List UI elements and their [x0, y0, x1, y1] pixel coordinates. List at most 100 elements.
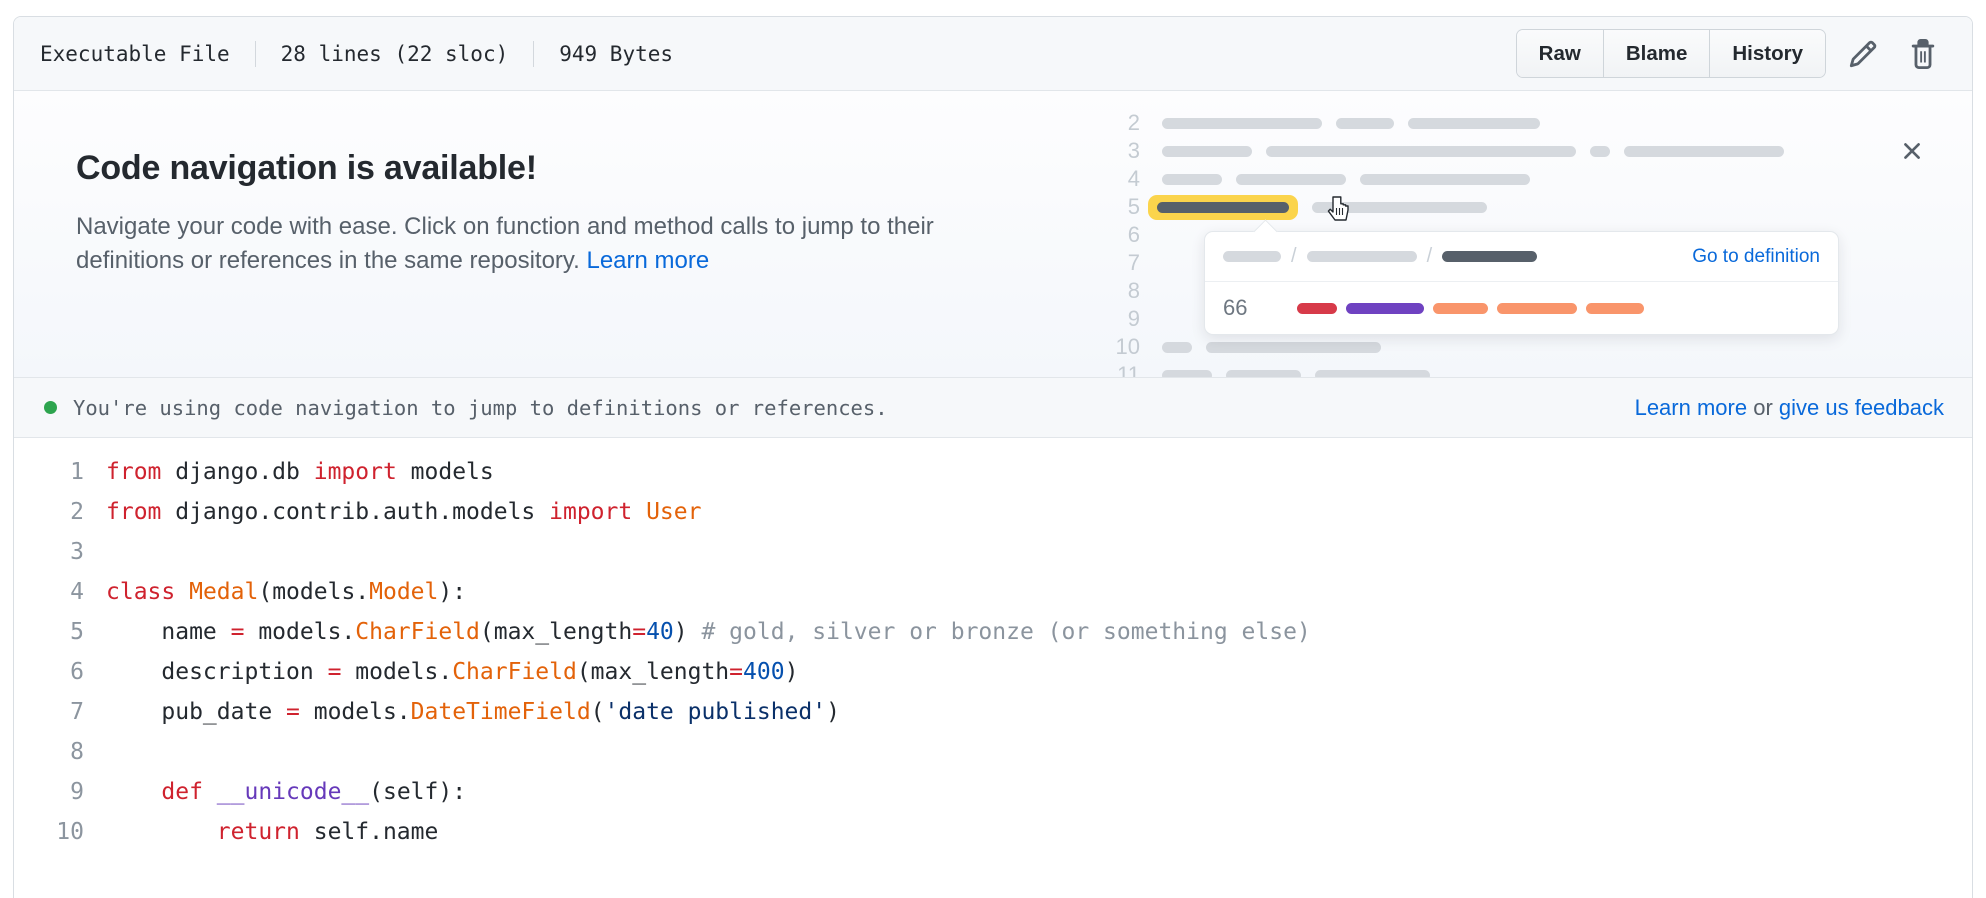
highlighted-token[interactable] — [1148, 195, 1298, 220]
promo-description: Navigate your code with ease. Click on f… — [76, 210, 1016, 278]
code-token: ) — [826, 699, 840, 725]
code-navigation-status-bar: You're using code navigation to jump to … — [14, 378, 1972, 438]
go-to-definition-tooltip: / / Go to definition 66 — [1204, 231, 1839, 335]
status-learn-more-link[interactable]: Learn more — [1635, 395, 1748, 420]
pencil-icon[interactable] — [1840, 31, 1886, 77]
code-token — [203, 779, 217, 805]
illustration-bar — [1590, 146, 1610, 157]
illustration-line-number: 9 — [1094, 306, 1140, 332]
code-token — [175, 579, 189, 605]
code-line-number[interactable]: 3 — [14, 532, 106, 572]
illustration-bar — [1336, 118, 1394, 129]
illustration-line-number: 5 — [1094, 194, 1140, 220]
code-bar-red — [1297, 303, 1337, 314]
go-to-definition-link[interactable]: Go to definition — [1692, 246, 1820, 268]
illustration-bar — [1266, 146, 1576, 157]
code-line-number[interactable]: 4 — [14, 572, 106, 612]
code-token: # gold, silver or bronze (or something e… — [701, 619, 1310, 645]
line-count-label: 28 lines (22 sloc) — [281, 42, 509, 66]
code-line-content[interactable]: name = models.CharField(max_length=40) #… — [106, 612, 1311, 652]
status-dot-icon — [44, 401, 57, 414]
illustration-line-number: 2 — [1094, 110, 1140, 136]
status-links: Learn more or give us feedback — [1635, 395, 1944, 421]
trash-icon[interactable] — [1900, 31, 1946, 77]
tooltip-header: / / Go to definition — [1205, 232, 1838, 282]
give-feedback-link[interactable]: give us feedback — [1779, 395, 1944, 420]
code-line: 3 — [14, 532, 1972, 572]
code-token: __unicode__ — [217, 779, 369, 805]
code-line: 2from django.contrib.auth.models import … — [14, 492, 1972, 532]
code-line-number[interactable]: 1 — [14, 452, 106, 492]
file-header-bar: Executable File 28 lines (22 sloc) 949 B… — [14, 17, 1972, 91]
meta-divider-2 — [533, 41, 534, 67]
code-line-content[interactable]: description = models.CharField(max_lengt… — [106, 652, 798, 692]
blame-button[interactable]: Blame — [1604, 30, 1711, 77]
code-token: self.name — [300, 819, 438, 845]
code-token: = — [729, 659, 743, 685]
tooltip-breadcrumb: / / — [1223, 245, 1537, 268]
illustration-code-bars — [1162, 146, 1798, 157]
code-token: from — [106, 459, 161, 485]
code-token — [632, 499, 646, 525]
promo-title: Code navigation is available! — [76, 149, 1016, 188]
code-line-number[interactable]: 2 — [14, 492, 106, 532]
code-token: ): — [438, 579, 466, 605]
code-content: 1from django.db import models2from djang… — [14, 438, 1972, 852]
illustration-bar — [1315, 370, 1430, 379]
promo-text-block: Code navigation is available! Navigate y… — [76, 149, 1016, 278]
code-token: DateTimeField — [411, 699, 591, 725]
code-token: models. — [341, 659, 452, 685]
cursor-pointer-icon — [1327, 195, 1351, 225]
code-line-number[interactable]: 6 — [14, 652, 106, 692]
illustration-code-bars — [1162, 370, 1444, 379]
illustration-row: 11 — [1094, 361, 1444, 378]
raw-button[interactable]: Raw — [1517, 30, 1604, 77]
code-line-content[interactable]: pub_date = models.DateTimeField('date pu… — [106, 692, 840, 732]
code-token: ) — [674, 619, 702, 645]
illustration-row: 2 — [1094, 109, 1554, 137]
code-line-content[interactable]: from django.db import models — [106, 452, 494, 492]
code-token: 'date published' — [605, 699, 827, 725]
tooltip-code-bars — [1297, 303, 1653, 314]
promo-description-text: Navigate your code with ease. Click on f… — [76, 213, 934, 274]
code-token: pub_date — [106, 699, 286, 725]
illustration-row: 9 — [1094, 305, 1162, 333]
file-metadata: Executable File 28 lines (22 sloc) 949 B… — [40, 41, 673, 67]
code-line-number[interactable]: 7 — [14, 692, 106, 732]
history-button[interactable]: History — [1710, 30, 1825, 77]
status-or-text: or — [1747, 395, 1779, 420]
code-line-number[interactable]: 9 — [14, 772, 106, 812]
code-line-number[interactable]: 8 — [14, 732, 106, 772]
code-bar-orange-1 — [1433, 303, 1488, 314]
illustration-line-number: 6 — [1094, 222, 1140, 248]
breadcrumb-slash-1: / — [1291, 245, 1297, 268]
code-line: 4class Medal(models.Model): — [14, 572, 1972, 612]
file-container: Executable File 28 lines (22 sloc) 949 B… — [13, 16, 1973, 898]
code-bar-purple — [1346, 303, 1424, 314]
breadcrumb-segment-2 — [1307, 251, 1417, 262]
code-navigation-illustration: 234567891011 / — [1094, 109, 1884, 378]
breadcrumb-segment-1 — [1223, 251, 1281, 262]
code-line-content[interactable]: return self.name — [106, 812, 438, 852]
code-navigation-promo-banner: Code navigation is available! Navigate y… — [14, 91, 1972, 378]
code-token: = — [286, 699, 300, 725]
code-token: User — [646, 499, 701, 525]
code-bar-orange-2 — [1497, 303, 1577, 314]
code-line: 5 name = models.CharField(max_length=40)… — [14, 612, 1972, 652]
code-line-number[interactable]: 10 — [14, 812, 106, 852]
code-token: = — [632, 619, 646, 645]
code-line: 8 — [14, 732, 1972, 772]
code-line-number[interactable]: 5 — [14, 612, 106, 652]
code-token: = — [328, 659, 342, 685]
code-line: 1from django.db import models — [14, 452, 1972, 492]
code-line-content[interactable]: class Medal(models.Model): — [106, 572, 466, 612]
code-line-content[interactable]: from django.contrib.auth.models import U… — [106, 492, 701, 532]
code-token: models. — [300, 699, 411, 725]
promo-learn-more-link[interactable]: Learn more — [586, 247, 709, 274]
close-icon[interactable] — [1892, 131, 1932, 171]
illustration-code-bars — [1162, 342, 1395, 353]
illustration-bar — [1360, 174, 1530, 185]
code-line-content[interactable]: def __unicode__(self): — [106, 772, 466, 812]
code-token: Medal — [189, 579, 258, 605]
illustration-row: 7 — [1094, 249, 1162, 277]
